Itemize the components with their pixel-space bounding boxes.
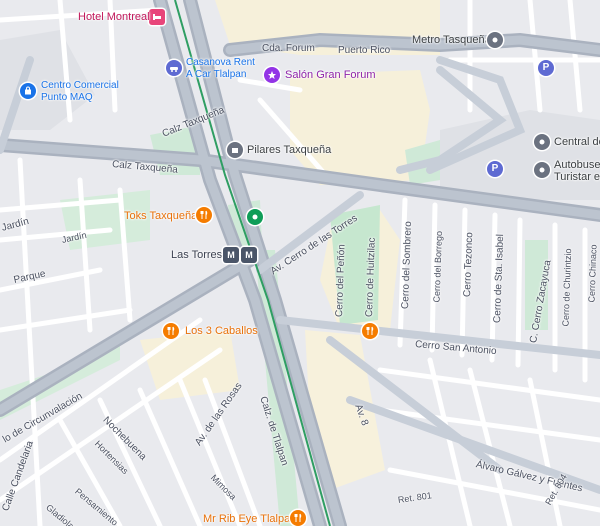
poi-toks-taxquena[interactable]: Toks Taxqueña — [124, 211, 197, 222]
metro-icon[interactable]: M — [223, 247, 239, 263]
poi-central-de[interactable]: Central de — [554, 137, 600, 148]
metro-badge-label: M — [227, 249, 235, 260]
parking-icon[interactable]: P — [538, 60, 554, 76]
poi-casanova-line1[interactable]: Casanova Rent — [186, 58, 255, 68]
metro-badge-label-2: M — [245, 249, 253, 260]
poi-centro-comercial-line1[interactable]: Centro Comercial — [41, 81, 119, 91]
restaurant-icon-4[interactable] — [290, 510, 306, 526]
poi-pilares-taxquena[interactable]: Pilares Taxqueña — [247, 145, 331, 156]
hotel-icon[interactable] — [149, 9, 165, 25]
restaurant-icon[interactable] — [196, 207, 212, 223]
community-center-icon[interactable] — [227, 142, 243, 158]
poi-mr-rib-eye[interactable]: Mr Rib Eye Tlalpan — [203, 514, 296, 525]
poi-autobuses-line2[interactable]: Turistar en — [554, 172, 600, 183]
poi-los-3-caballos[interactable]: Los 3 Caballos — [185, 326, 258, 337]
poi-casanova-line2[interactable]: A Car Tlalpan — [186, 70, 246, 80]
car-rental-icon[interactable] — [166, 60, 182, 76]
parking-icon-2[interactable]: P — [487, 161, 503, 177]
poi-salon-gran-forum[interactable]: Salón Gran Forum — [285, 70, 375, 81]
restaurant-icon-2[interactable] — [163, 323, 179, 339]
street-puerto-rico: Puerto Rico — [338, 45, 391, 56]
metro-icon-2[interactable]: M — [241, 247, 257, 263]
parking-badge-label-2: P — [491, 163, 499, 174]
shopping-bag-icon[interactable] — [20, 83, 36, 99]
bus-terminal-icon[interactable] — [534, 162, 550, 178]
event-venue-icon[interactable] — [264, 67, 280, 83]
poi-las-torres[interactable]: Las Torres — [171, 250, 222, 261]
poi-autobuses-line1[interactable]: Autobuses — [554, 160, 600, 171]
transit-station-icon[interactable] — [487, 32, 503, 48]
parking-badge-label: P — [542, 62, 550, 73]
bus-station-icon[interactable] — [534, 134, 550, 150]
restaurant-icon-3[interactable] — [362, 323, 378, 339]
poi-centro-comercial-line2[interactable]: Punto MAQ — [41, 93, 93, 103]
park-icon[interactable] — [247, 209, 263, 225]
map-canvas[interactable]: Hotel Montreal Casanova Rent A Car Tlalp… — [0, 0, 600, 526]
poi-hotel-montreal[interactable]: Hotel Montreal — [78, 12, 150, 23]
street-cda-forum: Cda. Forum — [262, 43, 315, 54]
poi-metro-tasquena[interactable]: Metro Tasqueña — [412, 35, 491, 46]
